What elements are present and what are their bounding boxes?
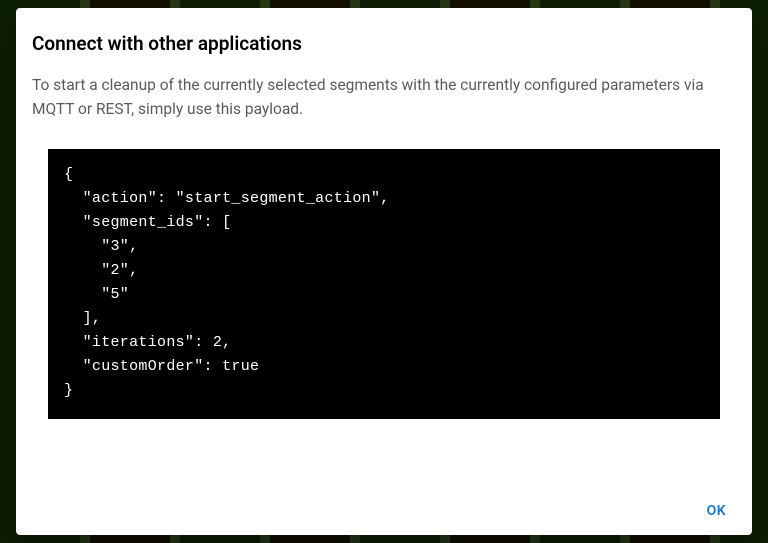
dialog-description: To start a cleanup of the currently sele…: [32, 73, 736, 121]
payload-code-block[interactable]: { "action": "start_segment_action", "seg…: [48, 149, 720, 419]
dialog-actions: OK: [16, 487, 752, 535]
connect-applications-dialog: Connect with other applications To start…: [16, 8, 752, 535]
ok-button[interactable]: OK: [689, 495, 744, 527]
dialog-body: To start a cleanup of the currently sele…: [16, 63, 752, 487]
dialog-title: Connect with other applications: [16, 8, 752, 63]
